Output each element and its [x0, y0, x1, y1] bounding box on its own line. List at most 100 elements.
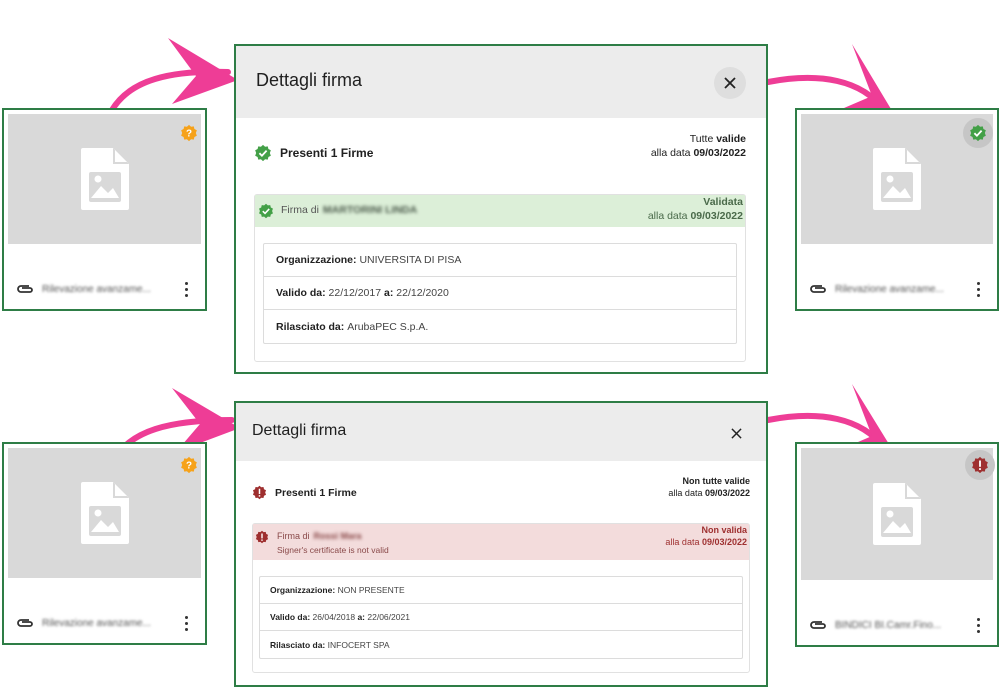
signer-prefix: Firma di	[281, 204, 319, 216]
image-file-icon	[79, 146, 131, 212]
file-footer: Rilevazione avanzame...	[16, 612, 193, 634]
svg-text:?: ?	[186, 461, 192, 472]
file-footer: Rilevazione avanzame...	[16, 278, 193, 300]
signature-card: Firma di Rossi Mara Signer's certificate …	[252, 523, 750, 673]
image-file-icon	[79, 480, 131, 546]
status-text: Non tutte valide	[682, 476, 750, 486]
file-thumbnail[interactable]	[8, 114, 201, 244]
signer-note: Signer's certificate is not valid	[277, 545, 389, 555]
validity-row: Valido da: 26/04/2018 a: 22/06/2021	[260, 604, 742, 631]
status-date: 09/03/2022	[704, 488, 750, 499]
organization-value: NON PRESENTE	[337, 585, 405, 595]
signature-details-dialog-valid: Dettagli firma Presenti 1 Firme Tutte va…	[234, 44, 768, 374]
invalid-badge	[965, 450, 995, 480]
alert-seal-icon	[255, 530, 269, 544]
signer-name: Rossi Mara	[313, 531, 362, 541]
issuer-row: Rilasciato da: INFOCERT SPA	[260, 631, 742, 658]
signer-name: MARTORINI LINDA	[322, 204, 418, 216]
file-name[interactable]: Rilevazione avanzame...	[835, 284, 971, 295]
organization-row: Organizzazione: UNIVERSITA DI PISA	[264, 244, 736, 277]
certificate-details: Organizzazione: NON PRESENTE Valido da: …	[259, 576, 743, 659]
valid-from-value: 22/12/2017	[328, 287, 382, 299]
file-thumbnail[interactable]	[8, 448, 201, 578]
more-vert-icon[interactable]	[179, 280, 193, 298]
file-card-top-left[interactable]: ? Rilevazione avanzame...	[2, 108, 207, 311]
paperclip-icon	[17, 285, 33, 293]
dialog-header: Dettagli firma	[236, 403, 766, 461]
file-name[interactable]: Rilevazione avanzame...	[42, 618, 179, 629]
issuer-row: Rilasciato da: ArubaPEC S.p.A.	[264, 310, 736, 343]
overall-status: Non tutte valide alla data 09/03/2022	[668, 475, 750, 499]
image-file-icon	[871, 146, 923, 212]
paperclip-icon	[810, 621, 826, 629]
status-date: 09/03/2022	[693, 147, 746, 160]
status-prefix: Tutte	[689, 133, 717, 145]
valid-from-value: 26/04/2018	[312, 612, 356, 622]
signature-status: Non valida	[701, 525, 747, 535]
dialog-title: Dettagli firma	[256, 70, 363, 90]
issuer-value: ArubaPEC S.p.A.	[347, 320, 429, 333]
alert-seal-icon	[252, 485, 267, 500]
date-prefix: alla data	[668, 488, 705, 499]
signature-header: Firma di Rossi Mara Signer's certificate …	[253, 524, 749, 560]
organization-row: Organizzazione: NON PRESENTE	[260, 577, 742, 604]
dialog-title: Dettagli firma	[252, 422, 347, 439]
verified-check-icon	[258, 203, 274, 219]
valid-from-label: Valido da:	[270, 612, 311, 622]
signatures-count: Presenti 1 Firme	[275, 486, 357, 499]
status-word: valide	[716, 133, 746, 145]
close-button[interactable]	[724, 421, 748, 445]
file-footer: BINDICI BI.Camr.Fino...	[809, 614, 985, 636]
file-name[interactable]: BINDICI BI.Camr.Fino...	[835, 620, 971, 631]
close-icon	[730, 427, 742, 439]
certificate-details: Organizzazione: UNIVERSITA DI PISA Valid…	[263, 243, 737, 344]
signatures-count: Presenti 1 Firme	[280, 146, 374, 160]
signature-date: 09/03/2022	[690, 209, 743, 222]
organization-label: Organizzazione:	[270, 585, 336, 595]
svg-text:?: ?	[186, 129, 192, 140]
organization-label: Organizzazione:	[276, 254, 357, 266]
verified-badge	[963, 118, 993, 148]
more-vert-icon[interactable]	[179, 614, 193, 632]
valid-to-label: a:	[357, 612, 366, 622]
question-seal-icon: ?	[180, 124, 198, 142]
paperclip-icon	[17, 619, 33, 627]
image-file-icon	[871, 481, 923, 547]
file-thumbnail[interactable]	[801, 448, 993, 580]
dialog-header: Dettagli firma	[236, 46, 766, 118]
alert-seal-icon	[971, 456, 989, 474]
more-vert-icon[interactable]	[971, 616, 985, 634]
signature-state: Non valida alla data 09/03/2022	[665, 525, 747, 548]
signature-state: Validata alla data 09/03/2022	[648, 196, 743, 223]
signer: Firma di MARTORINI LINDA	[281, 204, 417, 216]
file-card-top-right[interactable]: Rilevazione avanzame...	[795, 108, 999, 311]
signer: Firma di Rossi Mara Signer's certificate …	[277, 531, 389, 555]
close-button[interactable]	[714, 67, 746, 99]
file-card-bottom-left[interactable]: ? Rilevazione avanzame...	[2, 442, 207, 645]
issuer-label: Rilasciato da:	[276, 320, 345, 333]
verified-check-icon	[254, 144, 272, 162]
valid-to-value: 22/12/2020	[396, 287, 449, 299]
validity-row: Valido da: 22/12/2017 a: 22/12/2020	[264, 277, 736, 310]
signature-header: Firma di MARTORINI LINDA Validata alla da…	[255, 195, 745, 227]
date-prefix: alla data	[650, 147, 694, 160]
valid-to-value: 22/06/2021	[367, 612, 410, 622]
signature-date-prefix: alla data	[665, 536, 702, 547]
organization-value: UNIVERSITA DI PISA	[359, 254, 462, 266]
signature-details-dialog-invalid: Dettagli firma Presenti 1 Firme Non tutt…	[234, 401, 768, 687]
signature-date-prefix: alla data	[647, 209, 691, 222]
paperclip-icon	[810, 285, 826, 293]
close-icon	[724, 77, 736, 89]
signature-card: Firma di MARTORINI LINDA Validata alla da…	[254, 194, 746, 362]
issuer-label: Rilasciato da:	[270, 639, 326, 650]
more-vert-icon[interactable]	[971, 280, 985, 298]
question-seal-icon: ?	[180, 456, 198, 474]
verified-check-icon	[969, 124, 987, 142]
file-footer: Rilevazione avanzame...	[809, 278, 985, 300]
file-name[interactable]: Rilevazione avanzame...	[42, 284, 179, 295]
signer-prefix: Firma di	[277, 531, 310, 541]
signature-status: Validata	[703, 196, 743, 208]
file-card-bottom-right[interactable]: BINDICI BI.Camr.Fino...	[795, 442, 999, 647]
issuer-value: INFOCERT SPA	[327, 639, 390, 650]
signature-date: 09/03/2022	[701, 536, 747, 547]
